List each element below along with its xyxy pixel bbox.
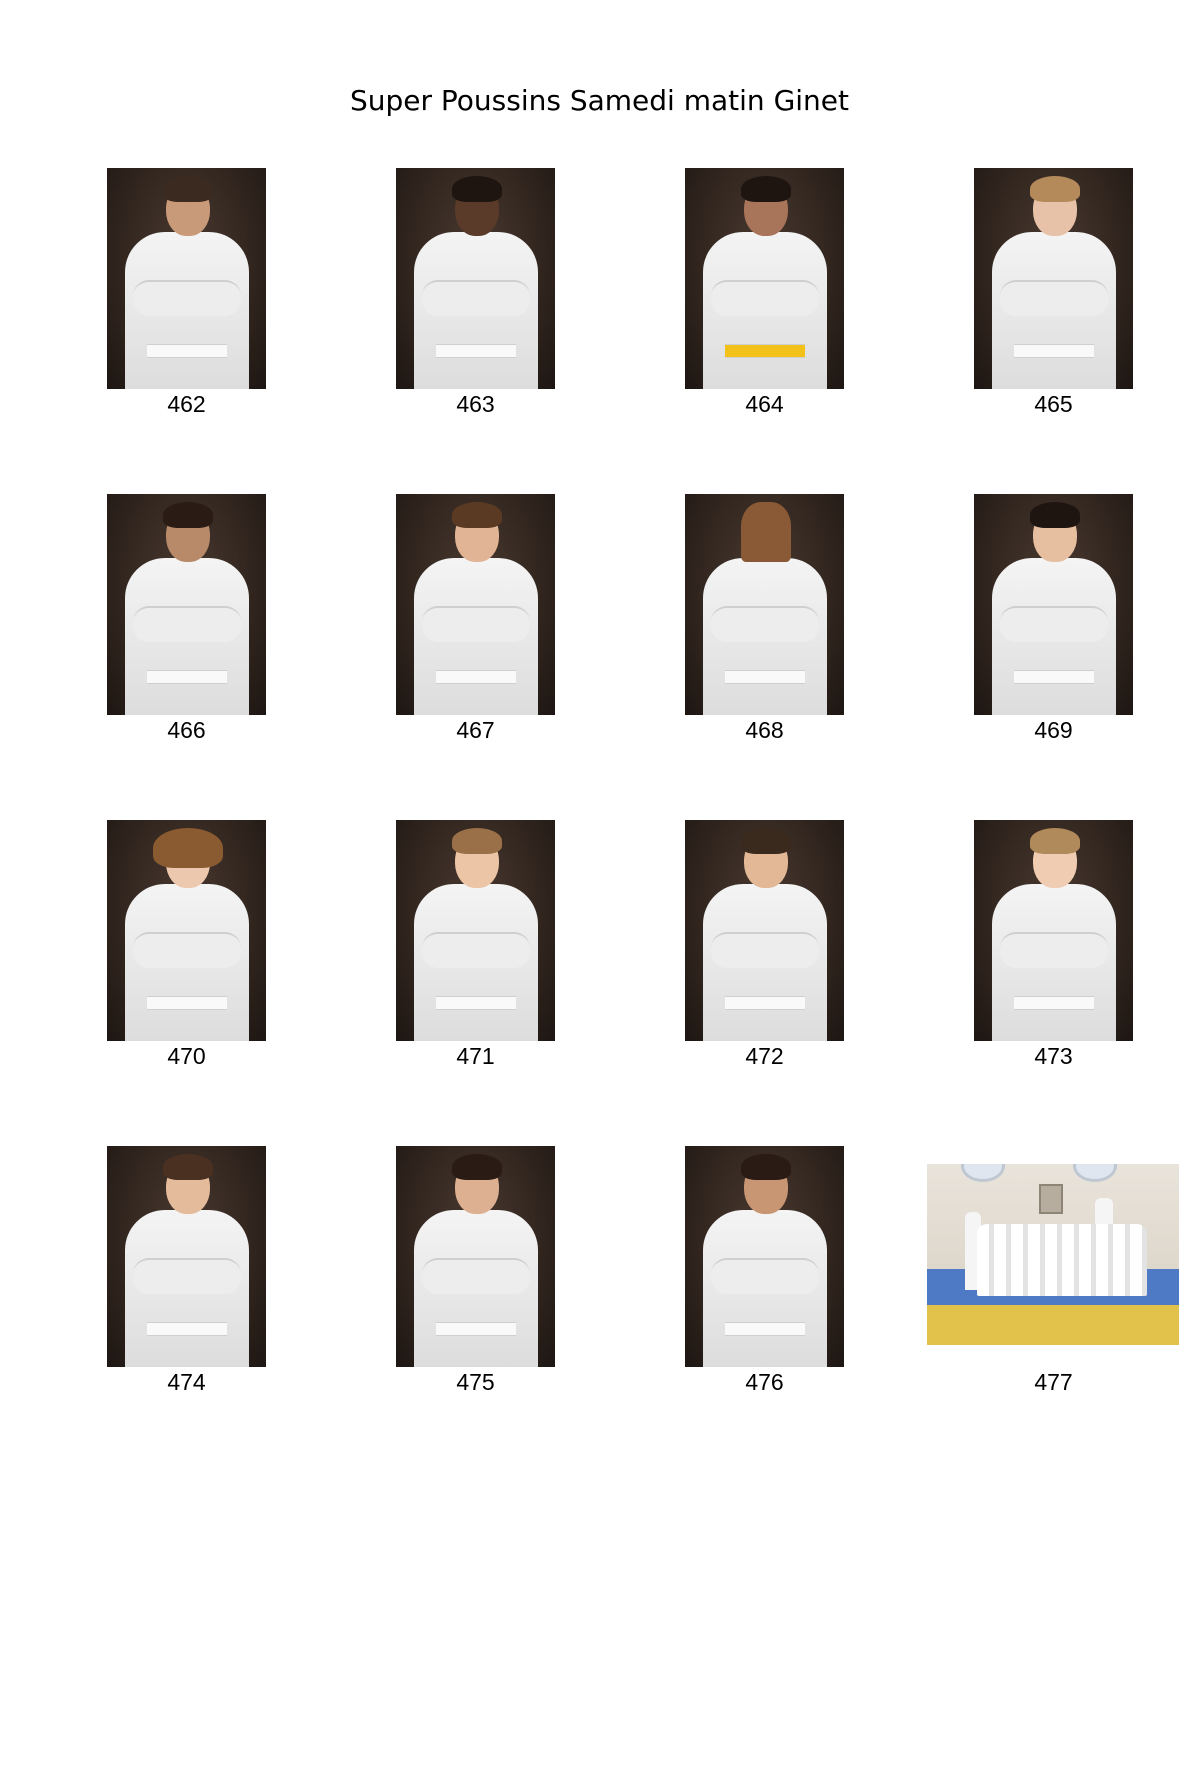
portrait-photo[interactable] bbox=[685, 168, 844, 389]
photo-number: 477 bbox=[1034, 1369, 1073, 1395]
photo-number: 470 bbox=[167, 1043, 206, 1069]
portrait-photo[interactable] bbox=[974, 820, 1133, 1041]
portrait-photo[interactable] bbox=[107, 494, 266, 715]
photo-number: 475 bbox=[456, 1369, 495, 1395]
photo-tile[interactable]: 468 bbox=[578, 494, 867, 754]
photo-number: 463 bbox=[456, 391, 495, 417]
photo-number: 467 bbox=[456, 717, 495, 743]
portrait-photo[interactable] bbox=[396, 168, 555, 389]
photo-tile[interactable]: 463 bbox=[289, 168, 578, 428]
photo-number: 469 bbox=[1034, 717, 1073, 743]
photo-number: 472 bbox=[745, 1043, 784, 1069]
photo-tile[interactable]: 464 bbox=[578, 168, 867, 428]
portrait-photo[interactable] bbox=[685, 820, 844, 1041]
photo-number: 471 bbox=[456, 1043, 495, 1069]
photo-tile[interactable]: 462 bbox=[0, 168, 289, 428]
photo-tile[interactable]: 472 bbox=[578, 820, 867, 1080]
portrait-photo[interactable] bbox=[396, 1146, 555, 1367]
photo-tile[interactable]: 467 bbox=[289, 494, 578, 754]
photo-tile[interactable]: 477 bbox=[867, 1146, 1179, 1406]
portrait-photo[interactable] bbox=[107, 1146, 266, 1367]
photo-tile[interactable]: 473 bbox=[867, 820, 1156, 1080]
portrait-photo[interactable] bbox=[396, 494, 555, 715]
photo-tile[interactable]: 476 bbox=[578, 1146, 867, 1406]
portrait-photo[interactable] bbox=[396, 820, 555, 1041]
group-photo[interactable] bbox=[927, 1164, 1179, 1345]
photo-tile[interactable]: 466 bbox=[0, 494, 289, 754]
photo-number: 462 bbox=[167, 391, 206, 417]
photo-tile[interactable]: 469 bbox=[867, 494, 1156, 754]
photo-number: 476 bbox=[745, 1369, 784, 1395]
photo-number: 464 bbox=[745, 391, 784, 417]
portrait-photo[interactable] bbox=[107, 820, 266, 1041]
photo-tile[interactable]: 465 bbox=[867, 168, 1156, 428]
photo-tile[interactable]: 474 bbox=[0, 1146, 289, 1406]
portrait-photo[interactable] bbox=[107, 168, 266, 389]
portrait-photo[interactable] bbox=[974, 168, 1133, 389]
page-title: Super Poussins Samedi matin Ginet bbox=[349, 84, 850, 117]
portrait-photo[interactable] bbox=[974, 494, 1133, 715]
photo-tile[interactable]: 471 bbox=[289, 820, 578, 1080]
photo-number: 474 bbox=[167, 1369, 206, 1395]
photo-tile[interactable]: 475 bbox=[289, 1146, 578, 1406]
portrait-photo[interactable] bbox=[685, 494, 844, 715]
photo-number: 468 bbox=[745, 717, 784, 743]
photo-number: 473 bbox=[1034, 1043, 1073, 1069]
photo-number: 466 bbox=[167, 717, 206, 743]
photo-number: 465 bbox=[1034, 391, 1073, 417]
photo-tile[interactable]: 470 bbox=[0, 820, 289, 1080]
portrait-photo[interactable] bbox=[685, 1146, 844, 1367]
